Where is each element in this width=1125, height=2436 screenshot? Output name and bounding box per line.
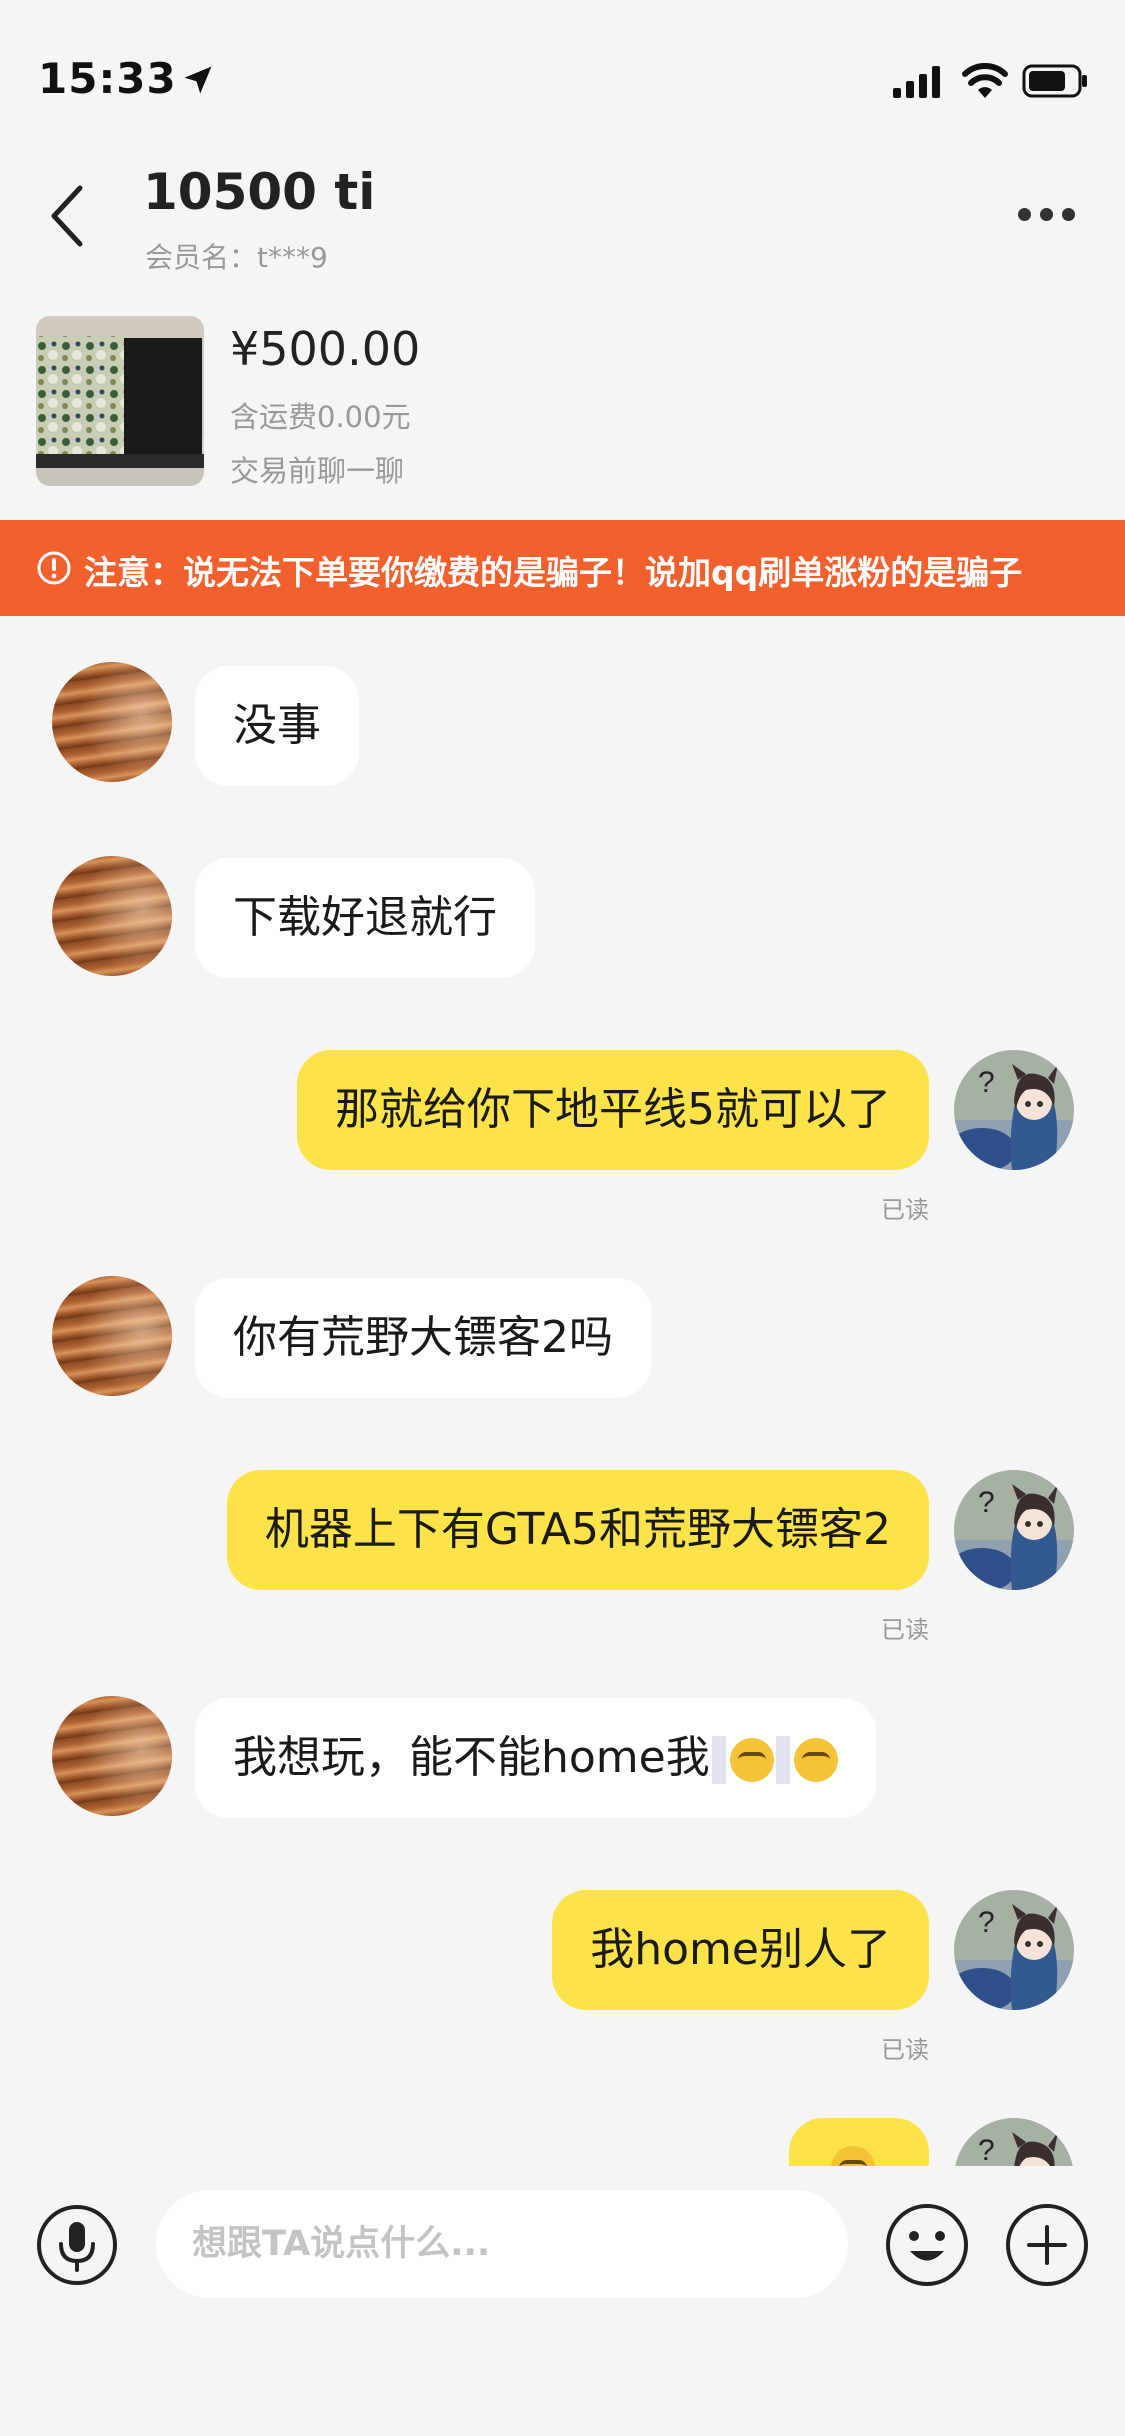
message-bubble-received[interactable]: 我想玩，能不能home我 (195, 1698, 876, 1818)
battery-icon (1022, 64, 1087, 98)
message-bubble-sent[interactable] (789, 2118, 929, 2166)
member-name: 会员名：t***9 (145, 241, 328, 274)
emoji-icon (831, 2146, 875, 2166)
exclamation-circle-icon (37, 551, 71, 585)
warning-text: 注意：说无法下单要你缴费的是骗子！说加qq刷单涨粉的是骗子 (84, 553, 1023, 592)
contact-avatar[interactable] (52, 1276, 172, 1396)
conversation-title: 10500 ti (143, 163, 376, 221)
message-input[interactable] (156, 2190, 848, 2298)
message-bubble-sent[interactable]: 机器上下有GTA5和荒野大镖客2 (226, 1470, 929, 1590)
status-time: 15:33 (38, 54, 177, 103)
message-bubble-sent[interactable]: 那就给你下地平线5就可以了 (297, 1050, 929, 1170)
plus-icon[interactable] (1004, 2202, 1090, 2288)
message-bubble-received[interactable]: 你有荒野大镖客2吗 (195, 1278, 651, 1398)
my-avatar[interactable] (954, 1470, 1074, 1590)
pre-chat-hint: 交易前聊一聊 (230, 454, 405, 488)
my-avatar[interactable] (954, 1890, 1074, 2010)
wifi-icon (962, 63, 1008, 98)
cellular-signal-icon (893, 66, 940, 98)
smiley-icon[interactable] (884, 2202, 970, 2288)
contact-avatar[interactable] (52, 856, 172, 976)
contact-avatar[interactable] (52, 662, 172, 782)
more-dots-icon[interactable] (1010, 194, 1084, 234)
my-avatar[interactable] (954, 2118, 1074, 2166)
contact-avatar[interactable] (52, 1696, 172, 1816)
message-text: 我想玩，能不能home我 (233, 1732, 710, 1783)
read-receipt: 已读 (881, 2036, 929, 2064)
shipping-fee: 含运费0.00元 (230, 400, 411, 434)
product-image[interactable] (36, 316, 204, 486)
location-arrow-icon (184, 66, 212, 94)
status-bar: 15:33 (0, 0, 1125, 150)
smirk-emoji-icon (729, 1738, 774, 1782)
microphone-icon[interactable] (36, 2204, 118, 2286)
read-receipt: 已读 (881, 1616, 929, 1644)
product-price: ¥500.00 (230, 322, 421, 376)
smirk-emoji-icon (793, 1738, 838, 1782)
back-chevron-icon[interactable] (44, 180, 88, 252)
my-avatar[interactable] (954, 1050, 1074, 1170)
message-input-bar (0, 2166, 1125, 2436)
chat-history[interactable]: ? 没事 下载好退就行 那就给你下地平线5就可以了 已读 你有荒野大镖客2吗 机… (0, 616, 1125, 2166)
read-receipt: 已读 (881, 1196, 929, 1224)
message-bubble-received[interactable]: 没事 (195, 666, 359, 786)
message-bubble-received[interactable]: 下载好退就行 (195, 858, 535, 978)
fraud-warning-banner: 注意：说无法下单要你缴费的是骗子！说加qq刷单涨粉的是骗子 (0, 520, 1125, 616)
message-bubble-sent[interactable]: 我home别人了 (552, 1890, 929, 2010)
